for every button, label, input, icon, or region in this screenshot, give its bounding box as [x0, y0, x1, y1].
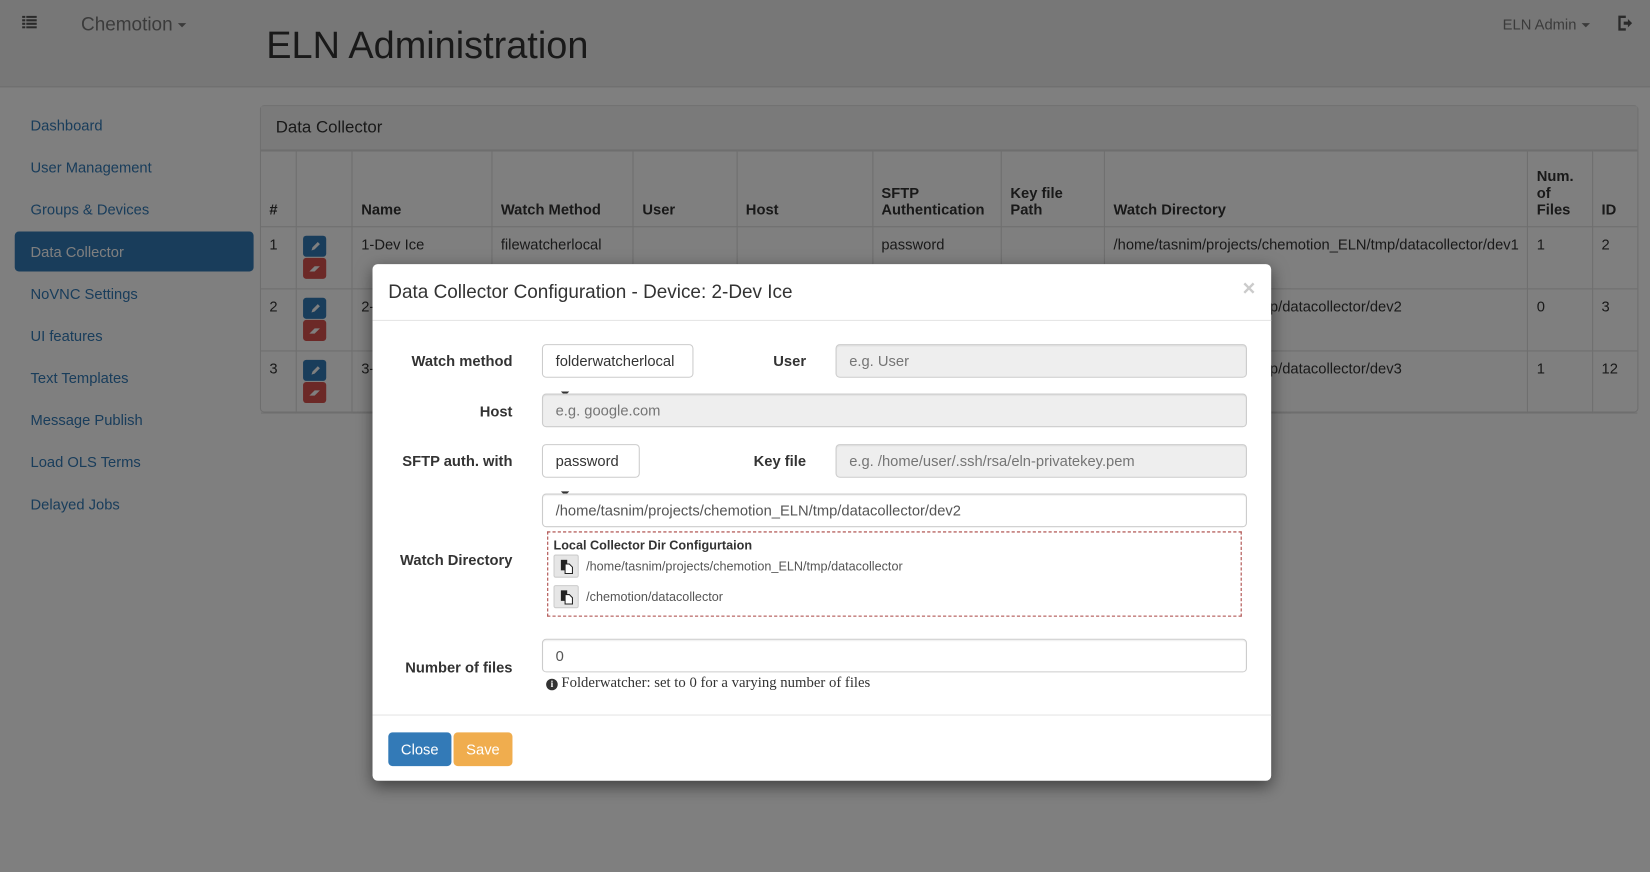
watch-method-value: folderwatcherlocal: [555, 352, 675, 370]
copy-button[interactable]: [553, 554, 579, 578]
key-file-input[interactable]: [835, 444, 1247, 478]
close-button[interactable]: Close: [388, 732, 452, 767]
local-dir-path: /chemotion/datacollector: [586, 589, 724, 605]
user-input[interactable]: [835, 344, 1247, 378]
local-config-title: Local Collector Dir Configurtaion: [553, 537, 753, 553]
watch-method-label: Watch method: [411, 352, 513, 370]
config-modal: Data Collector Configuration - Device: 2…: [372, 264, 1272, 782]
key-file-label: Key file: [753, 452, 807, 470]
host-input[interactable]: [541, 393, 1247, 428]
watch-directory-label: Watch Directory: [400, 551, 513, 569]
local-dir-row: /home/tasnim/projects/chemotion_ELN/tmp/…: [553, 554, 903, 578]
sftp-auth-dropdown[interactable]: password: [541, 444, 640, 496]
copy-icon: [560, 559, 573, 575]
close-icon[interactable]: ×: [1242, 277, 1255, 302]
watch-directory-input[interactable]: [541, 493, 1247, 528]
number-of-files-input[interactable]: [541, 638, 1247, 673]
save-button[interactable]: Save: [453, 732, 513, 767]
copy-icon: [560, 590, 573, 605]
watch-method-dropdown[interactable]: folderwatcherlocal: [541, 344, 694, 396]
hint-text: Folderwatcher: set to 0 for a varying nu…: [561, 675, 871, 692]
local-collector-config-box: Local Collector Dir Configurtaion /home/…: [547, 531, 1242, 617]
number-of-files-label: Number of files: [405, 658, 513, 676]
info-circle-icon: i: [546, 678, 558, 691]
copy-button[interactable]: [553, 585, 579, 609]
number-of-files-hint: i Folderwatcher: set to 0 for a varying …: [546, 676, 870, 693]
modal-footer: Close Save: [372, 714, 1272, 782]
sftp-auth-label: SFTP auth. with: [402, 452, 513, 470]
user-label: User: [773, 352, 807, 370]
sftp-auth-value: password: [555, 452, 619, 470]
local-dir-path: /home/tasnim/projects/chemotion_ELN/tmp/…: [586, 558, 903, 574]
host-label: Host: [479, 403, 513, 420]
modal-title: Data Collector Configuration - Device: 2…: [388, 280, 793, 303]
local-dir-row: /chemotion/datacollector: [553, 585, 724, 609]
